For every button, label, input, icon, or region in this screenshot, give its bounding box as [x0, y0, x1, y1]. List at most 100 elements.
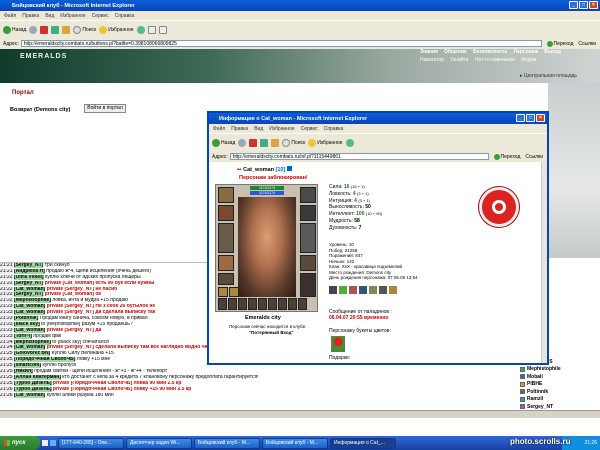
chat-nick[interactable]: [Mephistophile]	[13, 298, 51, 304]
refresh-icon[interactable]	[51, 25, 60, 34]
menu-item[interactable]: Правка	[22, 13, 39, 19]
nav-link[interactable]: Безопасность	[473, 49, 508, 55]
bouquet-icon[interactable]	[331, 336, 345, 352]
chat-nick[interactable]: [Никил]	[13, 369, 33, 375]
minimize-button[interactable]: _	[569, 1, 578, 9]
address-input[interactable]: http://emeraldscity.combats.ru/buttons.p…	[20, 40, 542, 47]
popup-search-button[interactable]: Поиск	[282, 138, 305, 147]
item-slot[interactable]	[218, 298, 227, 310]
taskbar-item[interactable]: [177-640-285] - Опи...	[58, 437, 124, 449]
chat-nick[interactable]: [ПорядоЧчная СволоЧЬ]	[13, 357, 76, 363]
close-button[interactable]: ×	[589, 1, 598, 9]
popup-titlebar[interactable]: Информация о Cat_woman - Microsoft Inter…	[209, 113, 547, 124]
info-popup-window[interactable]: Информация о Cat_woman - Microsoft Inter…	[207, 111, 549, 365]
chat-nick[interactable]: [black sky]	[13, 321, 40, 327]
item-slot[interactable]	[288, 298, 297, 310]
menu-item[interactable]: Сервис	[301, 126, 318, 132]
bracer-slot[interactable]	[300, 255, 316, 271]
user-row[interactable]: Mephistophile	[520, 366, 600, 374]
chat-nick[interactable]: [Cat_woman]	[13, 327, 46, 333]
chat-nick[interactable]: [Cat_woman]	[13, 286, 46, 292]
popup-maximize-button[interactable]: □	[526, 114, 535, 122]
user-row[interactable]: Ramzil	[520, 396, 600, 404]
menu-item[interactable]: Избранное	[60, 13, 85, 19]
menu-item[interactable]: Файл	[213, 126, 225, 132]
amulet-slot[interactable]	[218, 205, 234, 221]
stop-icon[interactable]	[249, 138, 258, 147]
chat-nick[interactable]: [Poltinnik]	[13, 316, 39, 322]
badge-icon[interactable]	[389, 286, 397, 294]
popup-minimize-button[interactable]: _	[516, 114, 525, 122]
clan-emblem[interactable]	[479, 187, 519, 227]
maximize-button[interactable]: □	[579, 1, 588, 9]
history-icon[interactable]	[345, 138, 354, 147]
user-row[interactable]: Mobali	[520, 373, 600, 381]
home-icon[interactable]	[62, 25, 71, 34]
mail-icon[interactable]	[147, 25, 156, 34]
home-icon[interactable]	[271, 138, 280, 147]
shield-slot[interactable]	[300, 223, 316, 253]
nav-link[interactable]: Что-то новенькое	[475, 57, 516, 63]
item-slot[interactable]	[228, 298, 237, 310]
chat-nick[interactable]: [Cat_woman]	[13, 392, 46, 398]
chat-nick[interactable]: [Mephistophile]	[13, 339, 51, 345]
chat-nick[interactable]: [Cat_woman]	[13, 310, 46, 316]
earrings-slot[interactable]	[300, 187, 316, 203]
item-slot[interactable]	[258, 298, 267, 310]
chat-nick[interactable]: [smartcom]	[13, 363, 42, 369]
back-button[interactable]: Назад	[3, 25, 26, 34]
favorites-button[interactable]: Избранное	[99, 25, 134, 34]
chat-nick[interactable]: [Golovorez BN]	[13, 351, 51, 357]
menu-item[interactable]: Справка	[324, 126, 344, 132]
search-button[interactable]: Поиск	[73, 25, 96, 34]
badge-icon[interactable]	[369, 286, 377, 294]
gloves-slot[interactable]	[300, 205, 316, 221]
menu-item[interactable]: Вид	[45, 13, 54, 19]
menu-item[interactable]: Файл	[4, 13, 16, 19]
popup-links-label[interactable]: Ссылки	[525, 154, 547, 160]
chat-line[interactable]: 21:26 [Cat_woman] куплю алики разума 180…	[0, 392, 546, 399]
chat-nick[interactable]: [Cat_woman]	[13, 345, 46, 351]
nav-link[interactable]: Навигатор	[420, 57, 444, 63]
nav-link[interactable]: Знания	[420, 49, 438, 55]
item-slot[interactable]	[248, 298, 257, 310]
chat-nick[interactable]: [Турбо Дизель]	[13, 380, 52, 386]
popup-close-button[interactable]: ×	[536, 114, 545, 122]
item-slot[interactable]	[278, 298, 287, 310]
badge-icon[interactable]	[379, 286, 387, 294]
user-row[interactable]: PIBHE	[520, 381, 600, 389]
history-icon[interactable]	[136, 25, 145, 34]
popup-address-input[interactable]: http://emeraldscity.combats.ru/inf.pl?11…	[229, 153, 489, 160]
char-name[interactable]: Cat_woman	[243, 167, 274, 173]
chat-nick[interactable]: [Sergey_NT]	[13, 280, 44, 286]
quicklaunch-icon[interactable]	[50, 440, 56, 446]
taskbar-item[interactable]: Бойцовский клуб - M...	[262, 437, 328, 449]
nav-link[interactable]: Форум	[521, 57, 536, 63]
chat-nick[interactable]: [Sergey_NT]	[13, 263, 44, 268]
belt-slot[interactable]	[218, 273, 234, 285]
popup-back-button[interactable]: Назад	[212, 138, 235, 147]
start-button[interactable]: пуск	[0, 436, 40, 450]
chat-nick[interactable]: [Аллан Кватерман]	[13, 374, 61, 380]
chat-nick[interactable]: [Ultra Violet]	[13, 274, 44, 280]
popup-favorites-button[interactable]: Избранное	[308, 138, 343, 147]
menu-item[interactable]: Правка	[231, 126, 248, 132]
quicklaunch-icon[interactable]	[42, 440, 48, 446]
menu-item[interactable]: Сервис	[92, 13, 109, 19]
menu-item[interactable]: Вид	[254, 126, 263, 132]
nav-link[interactable]: Выход	[544, 49, 561, 55]
info-icon[interactable]	[286, 166, 292, 171]
menu-item[interactable]: Избранное	[269, 126, 294, 132]
go-button[interactable]: Переход	[544, 40, 577, 47]
helmet-slot[interactable]	[218, 187, 234, 203]
badge-icon[interactable]	[359, 286, 367, 294]
item-slot[interactable]	[268, 298, 277, 310]
badge-icon[interactable]	[329, 286, 337, 294]
user-row[interactable]: Poltinnik	[520, 388, 600, 396]
taskbar-item[interactable]: Диспетчер задач Wi...	[126, 437, 192, 449]
nav-link[interactable]: Общение	[444, 49, 467, 55]
nav-link[interactable]: Персонаж	[514, 49, 539, 55]
badge-icon[interactable]	[349, 286, 357, 294]
taskbar-item[interactable]: Бойцовский клуб - M...	[194, 437, 260, 449]
refresh-icon[interactable]	[260, 138, 269, 147]
